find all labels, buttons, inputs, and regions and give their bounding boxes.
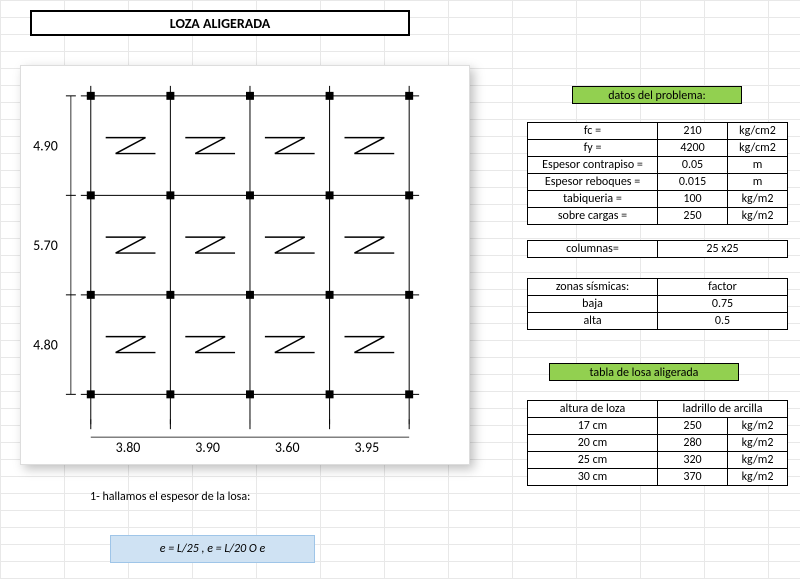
table-columnas: columnas= 25 x25	[527, 240, 788, 258]
table-row: fc =210kg/cm2	[528, 123, 788, 140]
losa-v: 250	[658, 418, 728, 435]
header-datos: datos del problema:	[572, 86, 742, 104]
datos-value: 4200	[658, 140, 728, 157]
losa-v: 370	[658, 469, 728, 486]
col-dim-2: 3.60	[275, 439, 300, 456]
table-row: alta 0.5	[528, 313, 788, 330]
datos-label: tabiqueria =	[528, 191, 658, 208]
header-tabla-text: tabla de losa aligerada	[590, 366, 699, 380]
table-row: baja 0.75	[528, 296, 788, 313]
datos-label: fy =	[528, 140, 658, 157]
formula-text: e = L/25 , e = L/20 O e	[160, 542, 265, 556]
losa-h: 20 cm	[528, 435, 658, 452]
sismica-factor: 0.5	[658, 313, 788, 330]
table-row: Espesor reboques =0.015m	[528, 174, 788, 191]
losa-u: kg/m2	[728, 469, 788, 486]
datos-unit: m	[728, 174, 788, 191]
datos-value: 210	[658, 123, 728, 140]
datos-value: 0.015	[658, 174, 728, 191]
columnas-label: columnas=	[528, 241, 658, 258]
header-datos-text: datos del problema:	[608, 89, 706, 103]
slab-plan-svg: 4.90 5.70 4.80 3.80 3.90 3.60 3.95	[21, 66, 469, 464]
col-dim-0: 3.80	[116, 439, 141, 456]
table-row: sobre cargas =250kg/m2	[528, 208, 788, 225]
slab-plan-diagram: 4.90 5.70 4.80 3.80 3.90 3.60 3.95	[20, 65, 470, 465]
datos-unit: kg/cm2	[728, 140, 788, 157]
sismica-zone: baja	[528, 296, 658, 313]
losa-h: 25 cm	[528, 452, 658, 469]
table-row: fy =4200kg/cm2	[528, 140, 788, 157]
datos-value: 0.05	[658, 157, 728, 174]
datos-value: 250	[658, 208, 728, 225]
footnote-text: 1- hallamos el espesor de la losa:	[90, 490, 250, 504]
table-sismica: zonas sísmicas: factor baja 0.75 alta 0.…	[527, 278, 788, 330]
datos-label: Espesor reboques =	[528, 174, 658, 191]
table-row: altura de loza ladrillo de arcilla	[528, 401, 788, 418]
losa-v: 280	[658, 435, 728, 452]
columnas-value: 25 x25	[658, 241, 788, 258]
table-row: 25 cm320kg/m2	[528, 452, 788, 469]
datos-unit: kg/m2	[728, 208, 788, 225]
sismica-zone: alta	[528, 313, 658, 330]
table-datos: fc =210kg/cm2 fy =4200kg/cm2 Espesor con…	[527, 122, 788, 225]
datos-label: sobre cargas =	[528, 208, 658, 225]
col-dim-1: 3.90	[195, 439, 220, 456]
losa-v: 320	[658, 452, 728, 469]
datos-unit: m	[728, 157, 788, 174]
table-row: 20 cm280kg/m2	[528, 435, 788, 452]
row-dim-2: 4.80	[33, 337, 58, 354]
losa-u: kg/m2	[728, 452, 788, 469]
losa-h: 17 cm	[528, 418, 658, 435]
table-row: tabiqueria =100kg/m2	[528, 191, 788, 208]
table-row: Espesor contrapiso =0.05m	[528, 157, 788, 174]
row-dim-1: 5.70	[33, 237, 58, 254]
datos-value: 100	[658, 191, 728, 208]
datos-unit: kg/cm2	[728, 123, 788, 140]
table-losa: altura de loza ladrillo de arcilla 17 cm…	[527, 400, 788, 486]
table-row: columnas= 25 x25	[528, 241, 788, 258]
page-title: LOZA ALIGERADA	[30, 10, 410, 36]
row-dim-0: 4.90	[33, 138, 58, 155]
losa-h1: altura de loza	[528, 401, 658, 418]
losa-h2: ladrillo de arcilla	[658, 401, 788, 418]
datos-label: Espesor contrapiso =	[528, 157, 658, 174]
footnote: 1- hallamos el espesor de la losa:	[90, 490, 250, 504]
header-tabla: tabla de losa aligerada	[549, 363, 739, 381]
col-dim-3: 3.95	[354, 439, 379, 456]
sismica-h2: factor	[658, 279, 788, 296]
sismica-h1: zonas sísmicas:	[528, 279, 658, 296]
datos-label: fc =	[528, 123, 658, 140]
losa-u: kg/m2	[728, 435, 788, 452]
page-title-text: LOZA ALIGERADA	[170, 15, 270, 32]
sismica-factor: 0.75	[658, 296, 788, 313]
table-row: 30 cm370kg/m2	[528, 469, 788, 486]
formula-box: e = L/25 , e = L/20 O e	[110, 535, 315, 563]
table-row: 17 cm250kg/m2	[528, 418, 788, 435]
table-row: zonas sísmicas: factor	[528, 279, 788, 296]
losa-u: kg/m2	[728, 418, 788, 435]
losa-h: 30 cm	[528, 469, 658, 486]
datos-unit: kg/m2	[728, 191, 788, 208]
